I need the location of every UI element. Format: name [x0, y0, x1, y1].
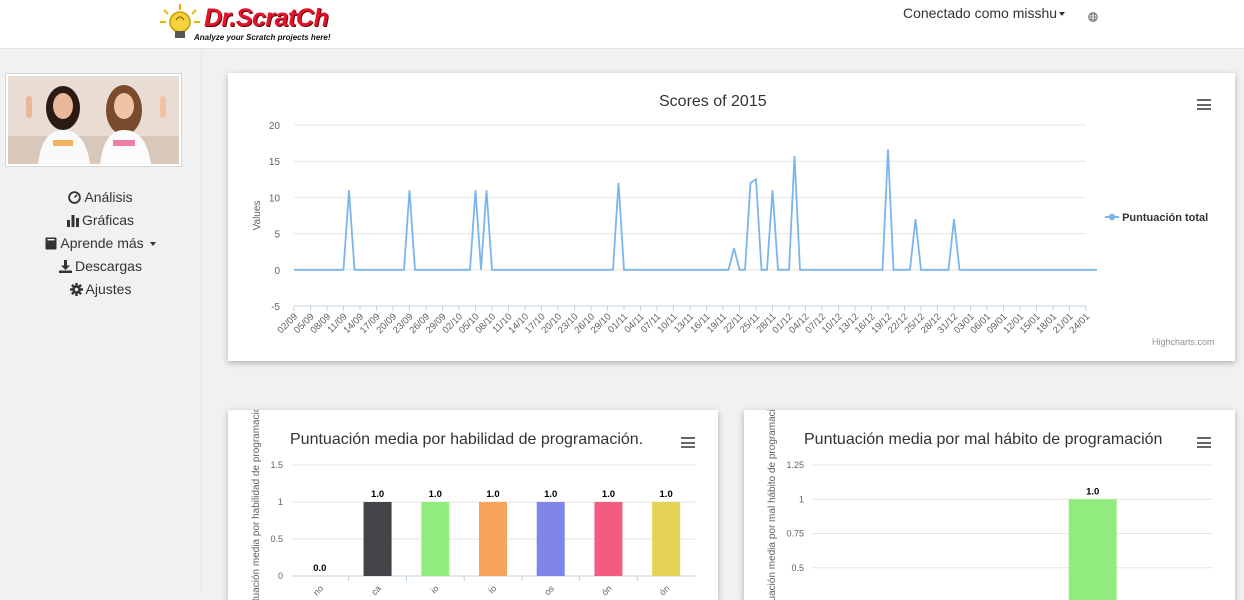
y-tick-label: 5: [274, 230, 280, 241]
sidebar-item-graficas[interactable]: Gráficas: [0, 211, 201, 234]
y-tick-label: 20: [269, 121, 281, 132]
y-tick-label: 0: [274, 266, 280, 277]
skills-bar-chart: 0 0.5 1 1.5 Puntuación media por habilidad d…: [251, 410, 695, 600]
chevron-down-icon: [1059, 12, 1066, 17]
data-label: 0.0: [313, 563, 326, 574]
x-tick-label: ón: [657, 583, 671, 597]
series-line-puntuacion-total: [294, 149, 1097, 271]
data-label: 1.0: [660, 489, 673, 500]
x-tick-label: no: [311, 583, 325, 597]
sidebar-item-label: Gráficas: [81, 212, 135, 228]
logo-text: Dr.ScratCh: [204, 4, 329, 32]
bar: [363, 502, 392, 576]
y-tick-label: 15: [269, 157, 281, 168]
y-tick-label: -5: [271, 302, 280, 313]
chevron-down-icon: [149, 242, 156, 247]
download-icon: [59, 260, 73, 273]
data-label: 1.0: [544, 489, 557, 500]
sidebar-item-analisis[interactable]: Análisis: [0, 188, 201, 211]
profile-photo: [5, 73, 182, 167]
y-axis-title: Puntuación media por mal hábito de progr…: [767, 410, 778, 600]
sidebar-item-label: Ajustes: [85, 281, 132, 297]
y-tick-label: 1: [278, 497, 283, 507]
bar: [1068, 499, 1117, 600]
chart-credits[interactable]: Highcharts.com: [1152, 337, 1215, 347]
dr-scratch-logo[interactable]: Dr.ScratCh Analyze your Scratch projects…: [158, 2, 338, 44]
data-label: 1.0: [602, 489, 615, 500]
bar: [536, 502, 565, 576]
top-navbar: Dr.ScratCh Analyze your Scratch projects…: [0, 0, 1244, 49]
x-tick-label: ón: [600, 583, 614, 597]
x-tick-label: io: [429, 583, 441, 595]
bar-chart-icon: [66, 215, 79, 227]
x-tick-label: io: [486, 583, 498, 595]
sidebar-item-ajustes[interactable]: Ajustes: [0, 280, 201, 303]
bad-habits-chart-panel: Puntuación media por mal hábito de progr…: [744, 410, 1235, 600]
bar: [652, 502, 681, 576]
profile-image: [8, 76, 179, 164]
book-icon: [45, 237, 57, 250]
y-axis-title: Values: [252, 201, 263, 231]
y-tick-label: 0.5: [270, 534, 283, 544]
x-tick-label: os: [542, 583, 556, 597]
bar: [421, 502, 450, 576]
y-tick-label: 1: [799, 494, 804, 504]
data-label: 1.0: [429, 489, 442, 500]
sidebar-item-label: Análisis: [84, 189, 133, 205]
data-label: 1.0: [486, 489, 499, 500]
scores-chart-panel: Scores of 2015 -5 0 5 10 15 20 02/09 05/09 08/09…: [228, 73, 1235, 361]
sidebar-item-label: Aprende más: [60, 235, 144, 251]
sidebar-nav: Análisis Gráficas Aprende más Descargas …: [0, 188, 201, 303]
bad-habits-bar-chart: 0.5 0.75 1 1.25 Puntuación media por mal háb…: [767, 410, 1213, 600]
user-dropdown[interactable]: Conectado como misshu: [903, 5, 1066, 21]
skills-chart-panel: Puntuación media por habilidad de progra…: [228, 410, 718, 600]
y-tick-label: 0: [278, 571, 283, 581]
logo-tagline: Analyze your Scratch projects here!: [194, 33, 331, 42]
y-tick-label: 0.75: [786, 529, 804, 539]
legend-marker-icon: [1105, 213, 1119, 221]
x-tick-label: ca: [369, 583, 383, 597]
y-tick-label: 10: [269, 193, 281, 204]
globe-icon[interactable]: [1088, 12, 1098, 22]
sidebar-item-descargas[interactable]: Descargas: [0, 257, 201, 280]
y-axis-title: Puntuación media por habilidad de progra…: [251, 410, 262, 600]
legend-label: Puntuación total: [1122, 212, 1209, 224]
y-tick-label: 1.5: [270, 460, 283, 470]
data-label: 1.0: [1086, 486, 1099, 497]
data-label: 1.0: [371, 489, 384, 500]
user-label: Conectado como misshu: [903, 5, 1058, 21]
sidebar-item-label: Descargas: [75, 258, 142, 274]
sidebar-item-aprende-mas[interactable]: Aprende más: [0, 234, 201, 257]
gear-icon: [69, 283, 83, 296]
y-tick-label: 0.5: [791, 563, 804, 573]
bar: [594, 502, 623, 576]
legend-item[interactable]: Puntuación total: [1105, 212, 1208, 224]
y-tick-label: 1.25: [786, 460, 804, 470]
line-chart: -50510152002/0905/0908/0911/0914/0917/09…: [252, 121, 1097, 336]
bar: [479, 502, 507, 576]
dashboard-icon: [68, 191, 82, 204]
sidebar: Análisis Gráficas Aprende más Descargas …: [0, 49, 202, 592]
